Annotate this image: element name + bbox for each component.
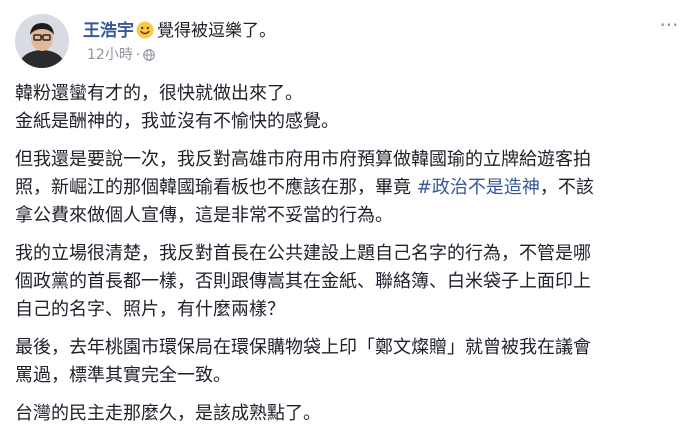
line: 拿公費來做個人宣傳，這是非常不妥當的行為。	[15, 205, 393, 226]
paragraph-3: 我的立場很清楚，我反對首長在公共建設上題自己名字的行為，不管是哪 個政黨的首長都一…	[15, 240, 675, 324]
author-name[interactable]: 王浩宇	[83, 21, 134, 41]
facebook-post: 王浩宇 覺得被逗樂了。 12小時 · ··· 韓粉還蠻有才的，很快就做出來了。金紙是…	[0, 0, 691, 424]
paragraph-4: 最後，去年桃園市環保局在環保購物袋上印「鄭文燦贈」就曾被我在議會 罵過，標準其實完…	[15, 334, 675, 390]
line: 自己的名字、照片，有什麼兩樣？	[15, 299, 285, 320]
line: ，不該	[539, 177, 594, 198]
globe-icon[interactable]	[143, 49, 156, 65]
line: 但我還是要說一次，我反對高雄市府用市府預算做韓國瑜的立牌給遊客拍	[15, 149, 591, 170]
more-options-icon[interactable]: ···	[655, 14, 683, 36]
meta-separator: ·	[135, 47, 141, 63]
post-meta: 12小時 ·	[87, 44, 156, 65]
line: 個政黨的首長都一樣，否則跟傳嵩其在金紙、聯絡簿、白米袋子上面印上	[15, 271, 591, 292]
timestamp[interactable]: 12小時	[87, 47, 133, 63]
line: 最後，去年桃園市環保局在環保購物袋上印「鄭文燦贈」就曾被我在議會	[15, 337, 591, 358]
hashtag-link[interactable]: #政治不是造神	[417, 177, 540, 198]
paragraph-2: 但我還是要說一次，我反對高雄市府用市府預算做韓國瑜的立牌給遊客拍 照，新崛江的那個…	[15, 146, 675, 230]
line: 罵過，標準其實完全一致。	[15, 365, 231, 386]
post-body: 韓粉還蠻有才的，很快就做出來了。金紙是酬神的，我並沒有不愉快的感覺。 但我還是要…	[15, 80, 675, 438]
line: 我的立場很清楚，我反對首長在公共建設上題自己名字的行為，不管是哪	[15, 243, 591, 264]
line: 照，新崛江的那個韓國瑜看板也不應該在那，畢竟	[15, 177, 417, 198]
line: 韓粉還蠻有才的，很快就做出來了。	[15, 83, 303, 104]
avatar[interactable]	[15, 14, 69, 68]
author-line: 王浩宇 覺得被逗樂了。	[83, 16, 276, 43]
line: 金紙是酬神的，我並沒有不愉快的感覺。	[15, 111, 339, 132]
paragraph-5: 台灣的民主走那麼久，是該成熟點了。	[15, 400, 675, 428]
feeling-text: 覺得被逗樂了。	[157, 21, 276, 41]
smiling-emoji-icon	[136, 21, 154, 43]
paragraph-1: 韓粉還蠻有才的，很快就做出來了。金紙是酬神的，我並沒有不愉快的感覺。	[15, 80, 675, 136]
